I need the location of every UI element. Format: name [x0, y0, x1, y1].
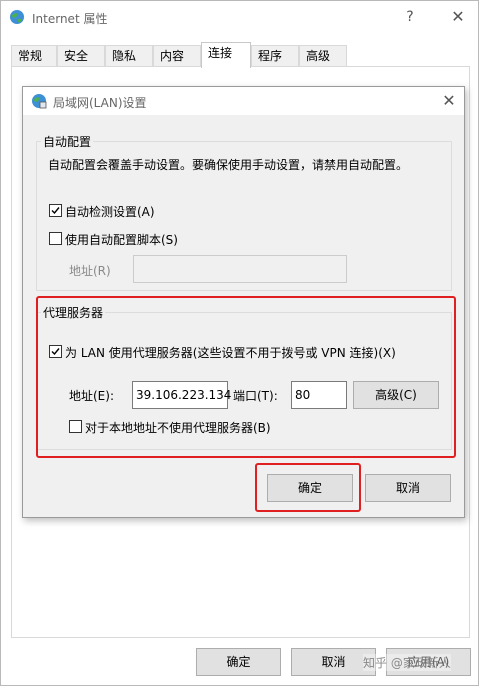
window-titlebar: Internet 属性 ? ✕	[1, 1, 478, 33]
ok-highlight-box	[255, 463, 361, 512]
network-globe-icon	[32, 94, 47, 109]
use-script-label: 使用自动配置脚本(S)	[65, 233, 178, 247]
script-address-label: 地址(R)	[69, 264, 111, 278]
lan-dialog-titlebar: 局域网(LAN)设置 ✕	[23, 87, 464, 115]
internet-globe-icon	[10, 10, 24, 24]
watermark: 知乎 @家政新人	[363, 654, 451, 671]
use-script-checkbox[interactable]	[49, 232, 62, 245]
auto-config-group-label: 自动配置	[41, 133, 94, 150]
tab-programs[interactable]: 程序	[251, 45, 299, 67]
checkmark-icon	[51, 207, 60, 215]
proxy-highlight-box	[36, 296, 456, 458]
auto-config-description: 自动配置会覆盖手动设置。要确保使用手动设置，请禁用自动配置。	[48, 158, 409, 172]
window-title: Internet 属性	[32, 12, 108, 26]
tab-advanced[interactable]: 高级	[299, 45, 347, 67]
auto-detect-checkbox[interactable]	[49, 204, 62, 217]
tab-strip: 常规 安全 隐私 内容 连接 程序 高级	[11, 42, 471, 68]
tab-privacy[interactable]: 隐私	[105, 45, 153, 67]
help-button[interactable]: ?	[397, 7, 423, 27]
tab-content[interactable]: 内容	[153, 45, 201, 67]
ok-button[interactable]: 确定	[196, 648, 281, 676]
tab-connections[interactable]: 连接	[201, 42, 251, 68]
window-close-button[interactable]: ✕	[445, 7, 471, 27]
tab-general[interactable]: 常规	[11, 45, 57, 67]
tab-security[interactable]: 安全	[57, 45, 105, 67]
lan-cancel-button[interactable]: 取消	[365, 474, 451, 502]
lan-dialog-close-button[interactable]: ✕	[439, 91, 459, 111]
script-address-field	[133, 255, 347, 283]
lan-dialog-title: 局域网(LAN)设置	[53, 96, 147, 110]
auto-detect-label: 自动检测设置(A)	[65, 205, 155, 219]
